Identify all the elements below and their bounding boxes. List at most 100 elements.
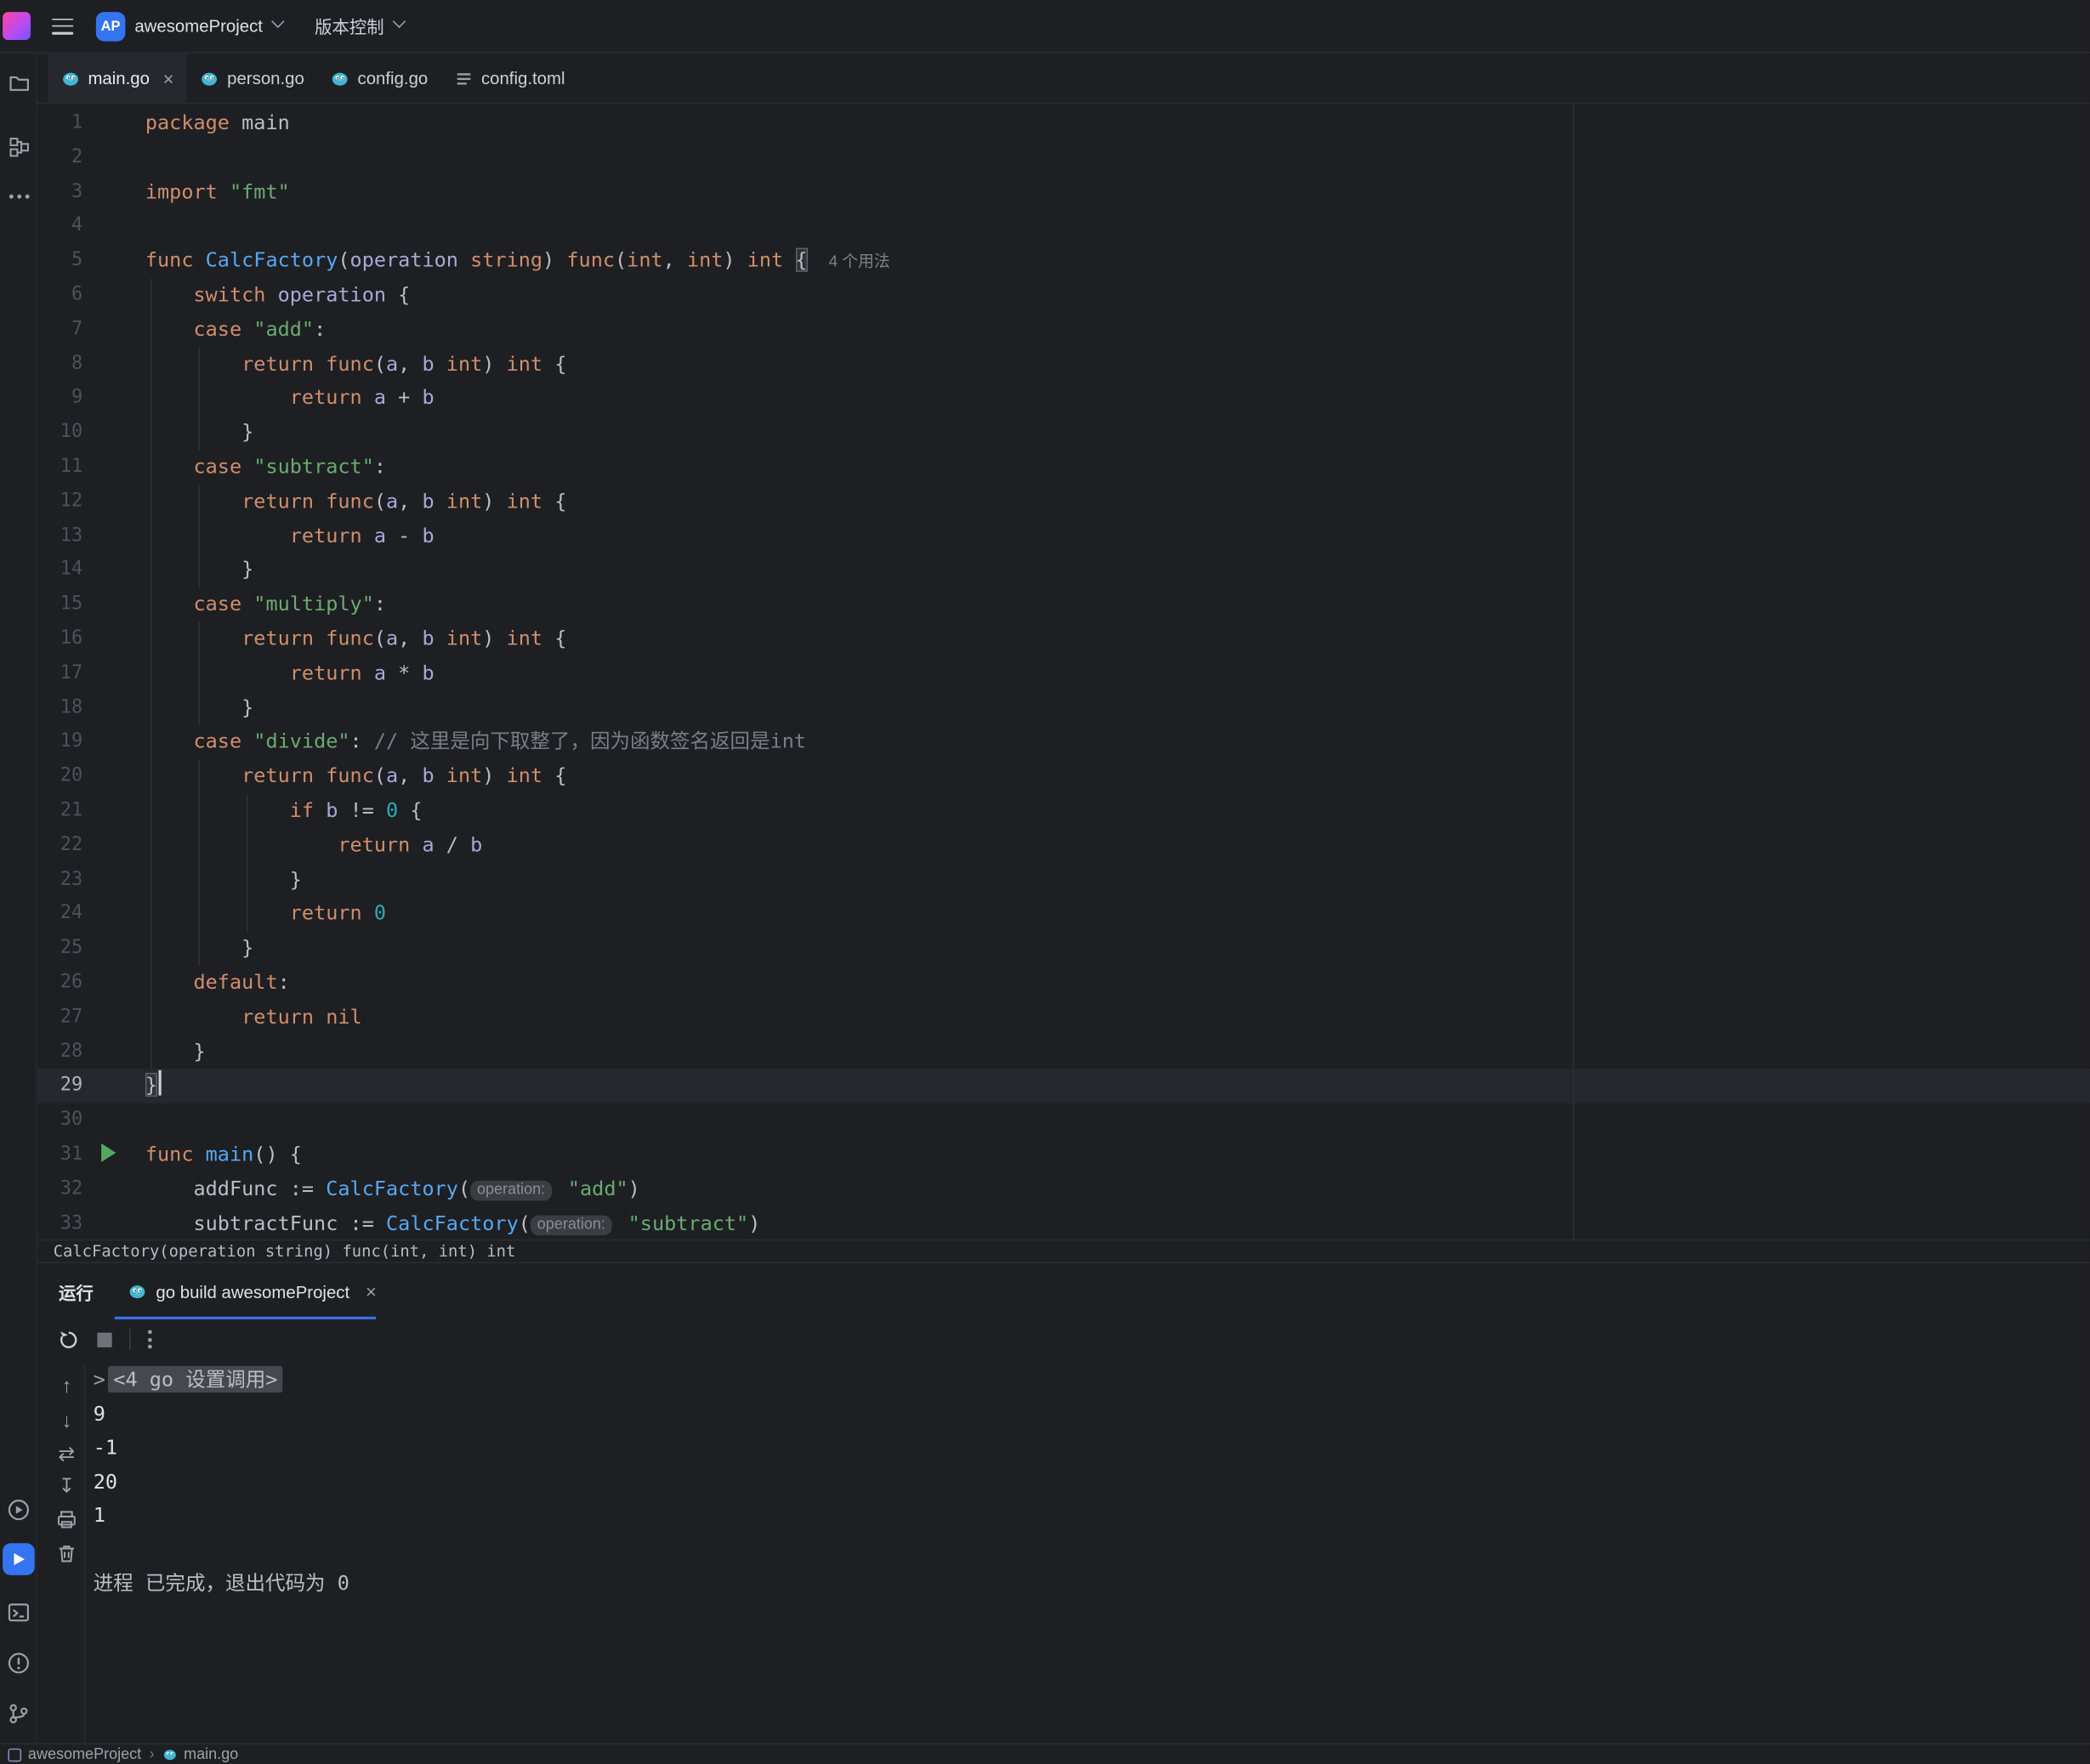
line-number[interactable]: 4 [37, 210, 82, 244]
code-line[interactable]: if b != 0 { [145, 794, 2090, 828]
more-tool-windows-icon[interactable] [0, 179, 37, 213]
editor[interactable]: 1234567891011121314151617181920212223242… [37, 104, 2090, 1239]
code-line[interactable]: case "subtract": [145, 451, 2090, 485]
code-line[interactable]: } [145, 1035, 2090, 1069]
structure-tool-icon[interactable] [0, 129, 37, 164]
line-number[interactable]: 1 [37, 106, 82, 140]
tab-config-toml[interactable]: config.toml [441, 54, 578, 103]
code-line[interactable]: func CalcFactory(operation string) func(… [145, 244, 2090, 278]
line-number[interactable]: 24 [37, 898, 82, 932]
close-icon[interactable]: × [366, 1280, 377, 1302]
more-options-icon[interactable] [148, 1330, 152, 1348]
line-number[interactable]: 26 [37, 966, 82, 1000]
code-line[interactable]: default: [145, 966, 2090, 1000]
scroll-to-end-icon[interactable]: ↧ [51, 1472, 83, 1499]
line-number[interactable]: 31 [37, 1138, 82, 1172]
rerun-icon[interactable] [56, 1327, 80, 1351]
line-number[interactable]: 11 [37, 451, 82, 485]
line-number[interactable]: 32 [37, 1172, 82, 1206]
code-line[interactable]: } [145, 932, 2090, 966]
line-number[interactable]: 17 [37, 656, 82, 690]
line-number[interactable]: 23 [37, 863, 82, 897]
code-line[interactable]: } [145, 863, 2090, 897]
code-line[interactable] [145, 210, 2090, 244]
breadcrumb-filename[interactable]: main.go [184, 1746, 238, 1762]
breadcrumb-project[interactable]: awesomeProject [28, 1746, 141, 1762]
code-line[interactable]: return a / b [145, 829, 2090, 863]
tab-main-go[interactable]: main.go × [48, 54, 187, 103]
line-number[interactable]: 20 [37, 760, 82, 794]
code-line[interactable]: return func(a, b int) int { [145, 347, 2090, 381]
console-output[interactable]: ><4 go 设置调用>9-1201进程 已完成，退出代码为 0 [94, 1364, 2077, 1602]
scroll-down-icon[interactable]: ↓ [51, 1407, 83, 1433]
line-number[interactable]: 28 [37, 1035, 82, 1069]
code-line[interactable]: addFunc := CalcFactory(operation: "add") [145, 1172, 2090, 1206]
line-number[interactable]: 10 [37, 416, 82, 450]
code-line[interactable]: case "multiply": [145, 588, 2090, 622]
print-icon[interactable] [51, 1506, 83, 1532]
code-line[interactable]: } [145, 416, 2090, 450]
line-number[interactable]: 12 [37, 485, 82, 519]
line-number[interactable]: 8 [37, 347, 82, 381]
run-tool-icon-active[interactable] [3, 1543, 35, 1575]
code-line[interactable]: return a * b [145, 656, 2090, 690]
code-line[interactable]: } [145, 553, 2090, 587]
tab-person-go[interactable]: person.go [187, 54, 317, 103]
code-line[interactable]: subtractFunc := CalcFactory(operation: "… [145, 1206, 2090, 1239]
code-lines[interactable]: package main import "fmt" func CalcFactory… [145, 106, 2090, 1239]
git-tool-icon[interactable] [0, 1697, 37, 1732]
tab-config-go[interactable]: config.go [318, 54, 441, 103]
services-tool-icon[interactable] [0, 1493, 37, 1528]
code-line[interactable]: } [145, 691, 2090, 725]
problems-tool-icon[interactable] [0, 1646, 37, 1681]
code-line[interactable]: } [145, 1069, 2090, 1103]
breadcrumb-file[interactable]: main.go [162, 1746, 238, 1762]
code-line[interactable]: return func(a, b int) int { [145, 485, 2090, 519]
project-avatar[interactable]: AP [96, 11, 125, 40]
line-number[interactable]: 13 [37, 519, 82, 553]
line-number[interactable]: 33 [37, 1206, 82, 1239]
code-line[interactable]: return func(a, b int) int { [145, 622, 2090, 656]
code-line[interactable]: return nil [145, 1001, 2090, 1035]
line-number[interactable]: 15 [37, 588, 82, 622]
scroll-up-icon[interactable]: ↑ [51, 1373, 83, 1399]
console-command-fold[interactable]: <4 go 设置调用> [108, 1366, 283, 1392]
line-number[interactable]: 16 [37, 622, 82, 656]
code-line[interactable]: func main() { [145, 1138, 2090, 1172]
code-line[interactable]: return a - b [145, 519, 2090, 553]
code-line[interactable]: switch operation { [145, 279, 2090, 313]
line-number[interactable]: 9 [37, 382, 82, 416]
line-number[interactable]: 25 [37, 932, 82, 966]
line-number[interactable]: 29 [37, 1069, 82, 1103]
project-name[interactable]: awesomeProject [134, 16, 263, 37]
code-line[interactable]: return a + b [145, 382, 2090, 416]
project-tool-icon[interactable] [0, 65, 37, 100]
line-number[interactable]: 19 [37, 725, 82, 759]
code-line[interactable]: case "add": [145, 313, 2090, 347]
breadcrumb[interactable]: awesomeProject [8, 1746, 141, 1762]
hamburger-menu-icon[interactable] [52, 18, 73, 34]
soft-wrap-icon[interactable]: ⇄ [51, 1441, 83, 1467]
line-number[interactable]: 18 [37, 691, 82, 725]
line-number[interactable]: 30 [37, 1103, 82, 1137]
gutter-numbers[interactable]: 1234567891011121314151617181920212223242… [37, 106, 82, 1239]
run-config-tab[interactable]: go build awesomeProject × [128, 1263, 377, 1319]
terminal-tool-icon[interactable] [0, 1595, 37, 1630]
code-line[interactable]: return 0 [145, 898, 2090, 932]
line-number[interactable]: 14 [37, 553, 82, 587]
code-line[interactable] [145, 141, 2090, 175]
code-line[interactable]: package main [145, 106, 2090, 140]
line-number[interactable]: 3 [37, 175, 82, 209]
chevron-down-icon[interactable] [393, 14, 406, 28]
stop-icon[interactable] [97, 1332, 111, 1347]
code-line[interactable]: import "fmt" [145, 175, 2090, 209]
line-number[interactable]: 7 [37, 313, 82, 347]
line-number[interactable]: 27 [37, 1001, 82, 1035]
line-number[interactable]: 22 [37, 829, 82, 863]
close-icon[interactable]: × [163, 69, 174, 88]
clear-console-icon[interactable] [51, 1540, 83, 1567]
code-line[interactable]: case "divide": // 这里是向下取整了，因为函数签名返回是int [145, 725, 2090, 759]
line-number[interactable]: 21 [37, 794, 82, 828]
chevron-down-icon[interactable] [271, 14, 285, 28]
line-number[interactable]: 6 [37, 279, 82, 313]
